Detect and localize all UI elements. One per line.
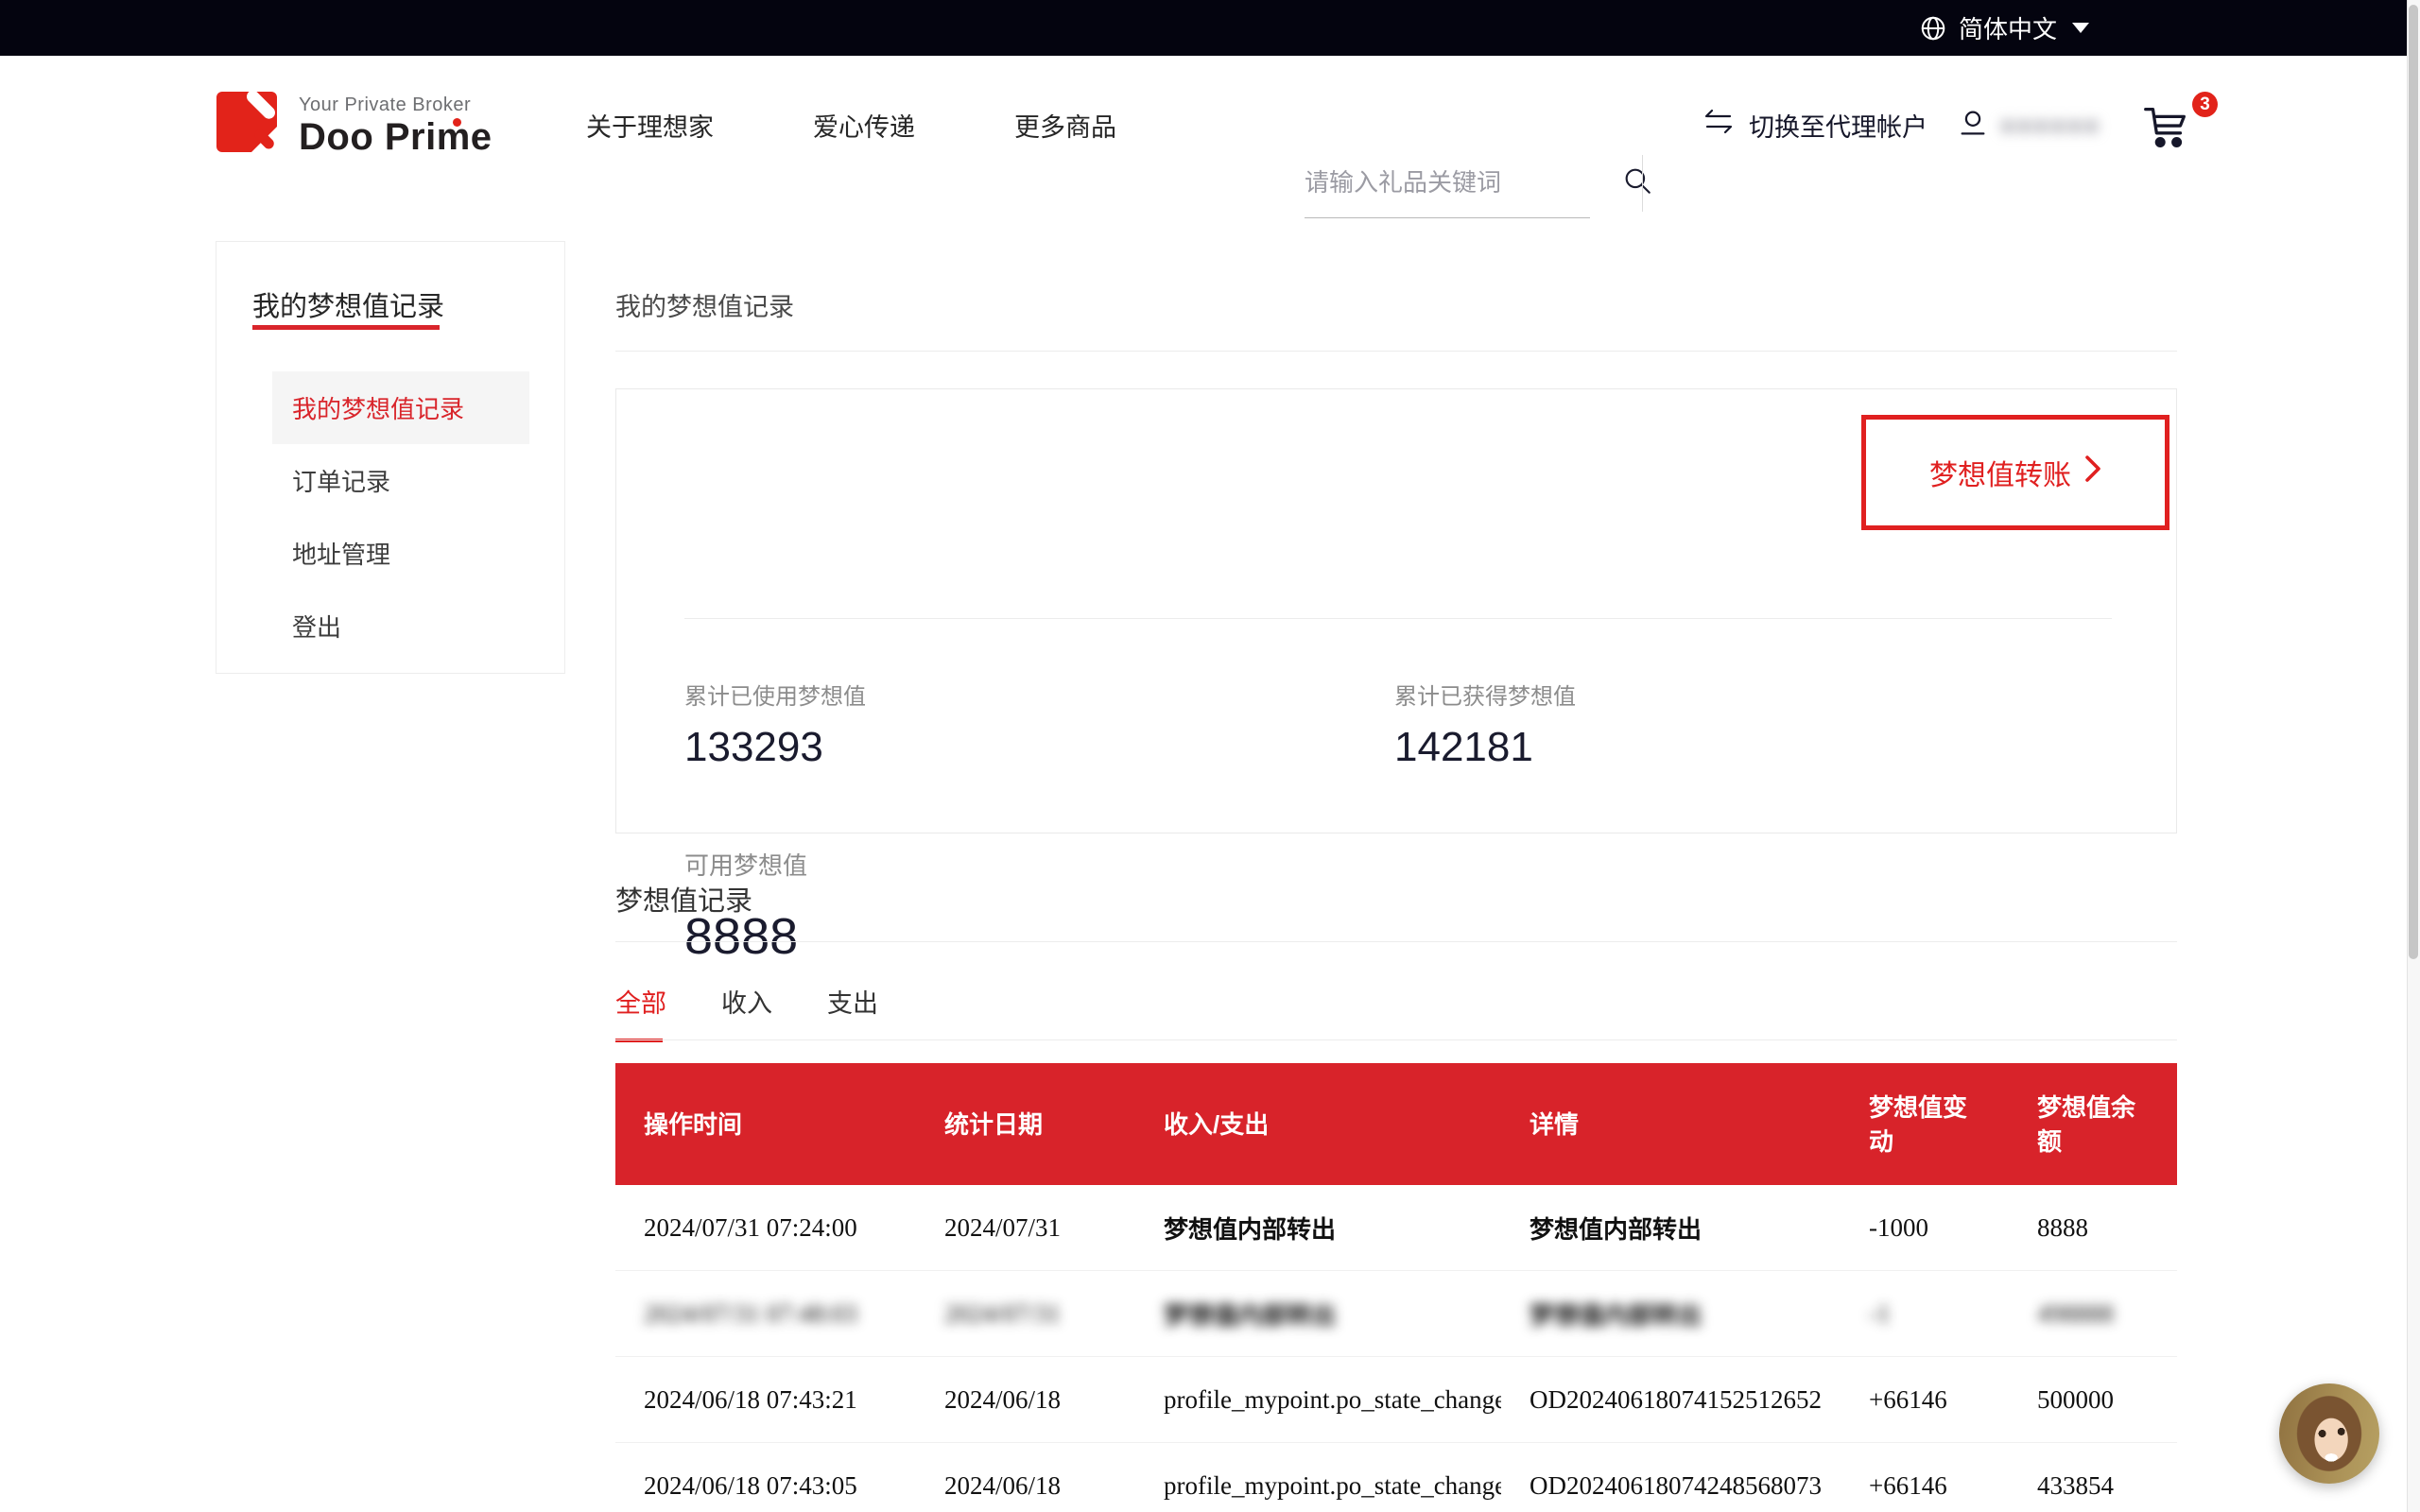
- card-divider: [684, 618, 2112, 619]
- sidebar-item-logout[interactable]: 登出: [272, 590, 529, 662]
- webcam-avatar[interactable]: [2279, 1383, 2379, 1484]
- chevron-right-icon: [2084, 455, 2101, 490]
- cell-balance: 433854: [2009, 1471, 2177, 1501]
- cell-date: 2024/06/18: [916, 1471, 1135, 1501]
- col-header-detail: 详情: [1501, 1108, 1841, 1142]
- col-header-change: 梦想值变动: [1841, 1091, 2009, 1159]
- transfer-highlight-box: 梦想值转账: [1861, 415, 2169, 530]
- sidebar-title: 我的梦想值记录: [252, 284, 444, 324]
- earned-dream-value-label: 累计已获得梦想值: [1394, 678, 1576, 711]
- records-divider: [615, 941, 2177, 942]
- cell-type: 梦想值内部转出: [1135, 1211, 1501, 1246]
- cell-change: -1: [1841, 1299, 2009, 1329]
- cell-time: 2024/07/31 07:24:00: [615, 1213, 916, 1243]
- table-header-row: 操作时间 统计日期 收入/支出 详情 梦想值变动 梦想值余额: [615, 1063, 2177, 1185]
- logo-brand-text: Doo Prime: [299, 116, 493, 158]
- cell-balance: 500000: [2009, 1385, 2177, 1415]
- cell-time: 2024/06/18 07:43:21: [615, 1385, 916, 1415]
- cell-change: +66146: [1841, 1471, 2009, 1501]
- cell-balance: 8888: [2009, 1213, 2177, 1243]
- cell-change: -1000: [1841, 1213, 2009, 1243]
- cell-detail: OD20240618074152512652: [1501, 1385, 1841, 1415]
- tab-income[interactable]: 收入: [721, 983, 772, 1040]
- available-dream-value-label: 可用梦想值: [684, 847, 807, 882]
- logo-brand-dot: [453, 118, 461, 127]
- earned-dream-value-stat: 累计已获得梦想值 142181: [1394, 678, 1576, 771]
- records-section-title: 梦想值记录: [615, 879, 752, 919]
- col-header-type: 收入/支出: [1135, 1108, 1501, 1142]
- cell-time: 2024/06/18 07:43:05: [615, 1471, 916, 1501]
- sidebar-item-dream-records[interactable]: 我的梦想值记录: [272, 371, 529, 444]
- dream-value-summary-card: 可用梦想值 8888 梦想值转账 累计已使用梦想值 133293 累: [615, 388, 2177, 833]
- doo-prime-logo[interactable]: Your Private Broker Doo Prime: [216, 91, 493, 158]
- table-row-redacted: 2024/07/31 07:48:03 2024/07/31 梦想值内部转出 梦…: [615, 1271, 2177, 1357]
- tab-expense[interactable]: 支出: [827, 983, 878, 1040]
- table-row: 2024/06/18 07:43:05 2024/06/18 profile_m…: [615, 1443, 2177, 1512]
- cell-type: profile_mypoint.po_state_change: [1135, 1471, 1501, 1501]
- tab-all[interactable]: 全部: [615, 983, 666, 1040]
- cell-time: 2024/07/31 07:48:03: [615, 1299, 916, 1329]
- cart-count-badge: 3: [2192, 92, 2218, 117]
- col-header-time: 操作时间: [615, 1108, 916, 1142]
- sidebar-title-underline: [252, 325, 440, 330]
- col-header-balance: 梦想值余额: [2009, 1091, 2177, 1159]
- title-divider: [615, 351, 2177, 352]
- col-header-date: 统计日期: [916, 1108, 1135, 1142]
- logo-tagline: Your Private Broker: [299, 94, 493, 116]
- cell-date: 2024/06/18: [916, 1385, 1135, 1415]
- transfer-label: 梦想值转账: [1929, 452, 2071, 493]
- table-row: 2024/06/18 07:43:21 2024/06/18 profile_m…: [615, 1357, 2177, 1443]
- main-content: 我的梦想值记录 可用梦想值 8888 梦想值转账 累计已使用梦想值 13329: [615, 0, 2177, 1512]
- sidebar-menu: 我的梦想值记录 订单记录 地址管理 登出: [272, 371, 529, 662]
- cell-type: profile_mypoint.po_state_change: [1135, 1385, 1501, 1415]
- scrollbar-track[interactable]: [2407, 0, 2420, 1512]
- table-row: 2024/07/31 07:24:00 2024/07/31 梦想值内部转出 梦…: [615, 1185, 2177, 1271]
- dream-value-transfer-link[interactable]: 梦想值转账: [1929, 452, 2101, 493]
- doo-prime-logo-mark: [216, 91, 282, 157]
- cell-detail: 梦想值内部转出: [1501, 1297, 1841, 1332]
- cell-change: +66146: [1841, 1385, 2009, 1415]
- doo-prime-rewards-page: 简体中文 Your Private Broker Doo Prime 关于理想家: [0, 0, 2420, 1512]
- records-table: 操作时间 统计日期 收入/支出 详情 梦想值变动 梦想值余额 2024/07/3…: [615, 1063, 2177, 1512]
- cell-type: 梦想值内部转出: [1135, 1297, 1501, 1332]
- used-dream-value: 133293: [684, 724, 866, 771]
- page-title: 我的梦想值记录: [615, 286, 794, 323]
- used-dream-value-stat: 累计已使用梦想值 133293: [684, 678, 866, 771]
- cell-date: 2024/07/31: [916, 1213, 1135, 1243]
- sidebar-item-address-management[interactable]: 地址管理: [272, 517, 529, 590]
- sidebar: 我的梦想值记录 我的梦想值记录 订单记录 地址管理 登出: [216, 241, 565, 674]
- cell-balance: 498888: [2009, 1299, 2177, 1329]
- cell-date: 2024/07/31: [916, 1299, 1135, 1329]
- records-tabs: 全部 收入 支出: [615, 983, 878, 1040]
- scrollbar-thumb[interactable]: [2409, 5, 2418, 959]
- cell-detail: 梦想值内部转出: [1501, 1211, 1841, 1246]
- earned-dream-value: 142181: [1394, 724, 1576, 771]
- cell-detail: OD20240618074248568073: [1501, 1471, 1841, 1501]
- sidebar-item-order-records[interactable]: 订单记录: [272, 444, 529, 517]
- used-dream-value-label: 累计已使用梦想值: [684, 678, 866, 711]
